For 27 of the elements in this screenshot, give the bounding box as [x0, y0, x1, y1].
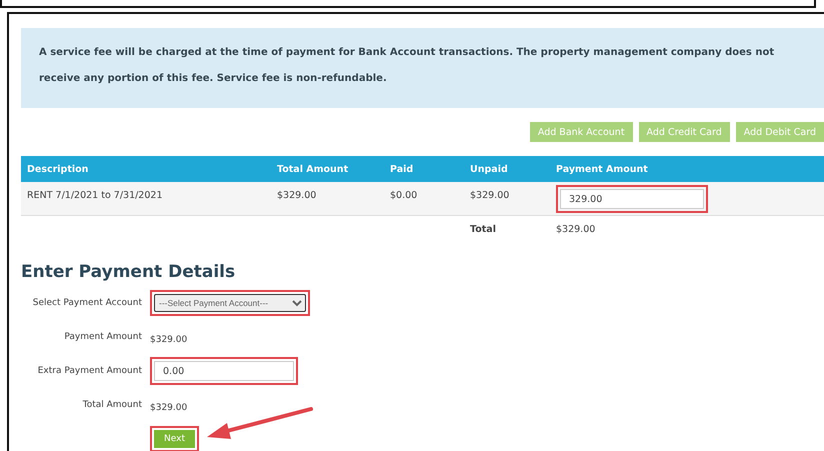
table-cell-text: $0.00 — [390, 189, 418, 201]
total-value: $329.00 — [556, 223, 596, 235]
column-header: Paid — [390, 164, 414, 174]
add-account-button[interactable]: Add Debit Card — [736, 122, 824, 142]
payment-account-select[interactable]: ---Select Payment Account--- — [154, 294, 306, 312]
table-cell-text: $329.00 — [470, 189, 510, 201]
column-header: Unpaid — [470, 164, 509, 174]
column-header: Payment Amount — [556, 164, 649, 174]
field-label: Payment Amount — [63, 332, 142, 342]
section-heading: Enter Payment Details — [21, 262, 236, 282]
service-fee-notice: A service fee will be charged at the time of payment for Bank Account transactions. The property management company does not receive any portion of this fee. Service fee is non-refundable. — [21, 28, 824, 108]
table-cell-text: RENT 7/1/2021 to 7/31/2021 — [27, 189, 164, 201]
column-header: Total Amount — [277, 164, 350, 174]
total-label: Total — [470, 223, 497, 235]
next-button[interactable]: Next — [154, 430, 195, 448]
field-label: Total Amount — [82, 400, 142, 410]
arrow-icon — [205, 406, 315, 442]
table-cell-text: $329.00 — [277, 189, 318, 201]
field-label: Extra Payment Amount — [36, 366, 142, 376]
field-value: $329.00 — [150, 402, 188, 413]
field-label: Select Payment Account — [32, 298, 142, 308]
extra-amount-field[interactable]: 0.00 — [154, 361, 294, 381]
payment-amount-field[interactable]: 329.00 — [560, 189, 704, 209]
add-account-button[interactable]: Add Credit Card — [638, 122, 730, 142]
field-value: $329.00 — [150, 334, 188, 345]
add-account-button[interactable]: Add Bank Account — [530, 122, 633, 142]
column-header: Description — [27, 164, 90, 174]
